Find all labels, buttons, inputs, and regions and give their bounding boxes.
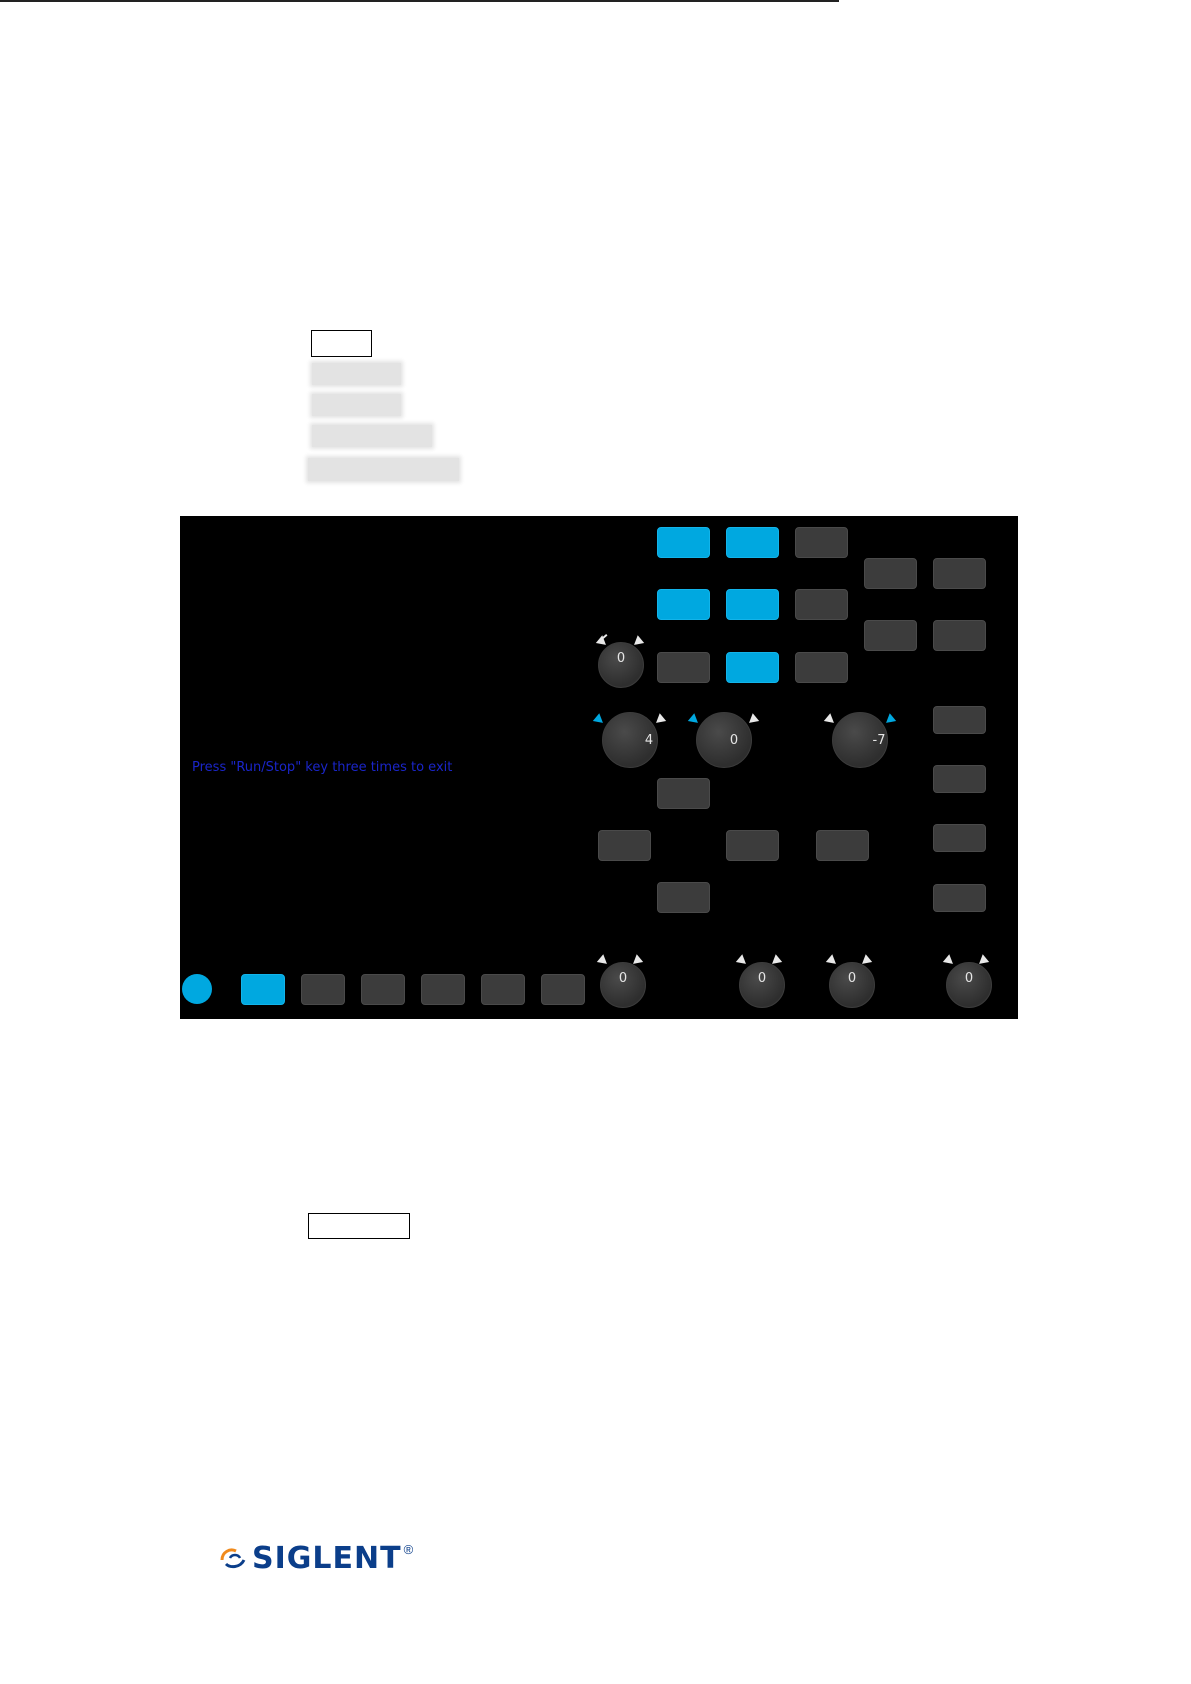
test-knob: -7 bbox=[832, 712, 888, 768]
menu-highlight-box-2 bbox=[312, 394, 401, 416]
menu-highlight-box-1 bbox=[312, 363, 401, 385]
test-key bbox=[726, 652, 779, 683]
test-knob: 0 bbox=[696, 712, 752, 768]
test-key bbox=[361, 974, 405, 1005]
siglent-logo: SIGLENT ® bbox=[218, 1540, 413, 1576]
status-led-icon bbox=[182, 974, 212, 1004]
test-key bbox=[241, 974, 285, 1005]
test-key bbox=[598, 830, 651, 861]
test-key bbox=[933, 620, 986, 651]
test-key bbox=[301, 974, 345, 1005]
test-key bbox=[933, 765, 986, 793]
knob-right-arrow-icon bbox=[882, 713, 897, 727]
knob-right-arrow-icon bbox=[652, 713, 667, 727]
test-key bbox=[795, 589, 848, 620]
test-key bbox=[933, 558, 986, 589]
test-key bbox=[726, 527, 779, 558]
test-key bbox=[421, 974, 465, 1005]
test-knob: 4 bbox=[602, 712, 658, 768]
test-key bbox=[657, 652, 710, 683]
outlined-key-box bbox=[308, 1213, 410, 1239]
test-key bbox=[657, 882, 710, 913]
test-key bbox=[933, 884, 986, 912]
header-rule bbox=[0, 0, 839, 2]
test-key bbox=[481, 974, 525, 1005]
test-key bbox=[657, 589, 710, 620]
test-key bbox=[541, 974, 585, 1005]
menu-highlight-box-4 bbox=[308, 458, 459, 481]
test-key bbox=[795, 527, 848, 558]
test-key bbox=[657, 527, 710, 558]
test-key bbox=[933, 824, 986, 852]
test-key bbox=[657, 778, 710, 809]
exit-instruction: Press "Run/Stop" key three times to exit bbox=[192, 760, 453, 775]
test-key bbox=[864, 620, 917, 651]
test-key bbox=[864, 558, 917, 589]
logo-wordmark: SIGLENT bbox=[252, 1540, 402, 1576]
siglent-swirl-icon bbox=[220, 1548, 246, 1569]
test-knob: 0 bbox=[598, 642, 644, 688]
test-key bbox=[726, 589, 779, 620]
outlined-key-box bbox=[311, 330, 372, 357]
test-key bbox=[933, 706, 986, 734]
test-key bbox=[795, 652, 848, 683]
test-knob: 0 bbox=[829, 962, 875, 1008]
keyboard-test-screen: 0 4 0 -7 Press "Run/Stop" key three time… bbox=[180, 516, 1018, 1019]
registered-mark: ® bbox=[403, 1542, 414, 1557]
test-key bbox=[726, 830, 779, 861]
test-knob: 0 bbox=[946, 962, 992, 1008]
knob-left-arrow-icon bbox=[592, 713, 607, 727]
menu-highlight-box-3 bbox=[312, 425, 432, 447]
test-knob: 0 bbox=[600, 962, 646, 1008]
test-key bbox=[816, 830, 869, 861]
test-knob: 0 bbox=[739, 962, 785, 1008]
